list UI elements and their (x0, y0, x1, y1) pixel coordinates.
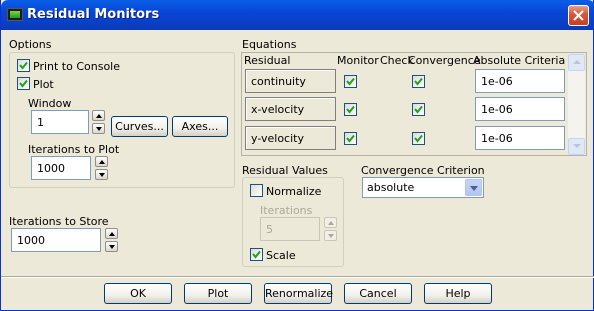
print-to-console-checkbox[interactable] (17, 59, 30, 72)
iterations-to-plot-spinner[interactable] (95, 156, 108, 180)
residual-name: x-velocity (245, 97, 336, 121)
absolute-criteria-field[interactable]: 1e-06 (475, 97, 565, 121)
iterations-to-store-label: Iterations to Store (9, 215, 109, 228)
options-title: Options (9, 38, 52, 51)
window-field[interactable]: 1 (31, 110, 89, 134)
spin-up-icon[interactable] (105, 228, 118, 239)
ok-button[interactable]: OK (104, 283, 172, 304)
spin-down-icon[interactable] (324, 230, 337, 241)
axes-button[interactable]: Axes... (172, 116, 228, 137)
iterations-spinner[interactable] (324, 217, 337, 241)
equations-title: Equations (242, 38, 297, 51)
scroll-down-icon[interactable] (568, 138, 585, 155)
checkmark-icon (19, 79, 28, 88)
absolute-criteria-field[interactable]: 1e-06 (475, 126, 565, 150)
header-absolute-criteria: Absolute Criteria (473, 54, 566, 67)
iterations-to-plot-label: Iterations to Plot (28, 143, 120, 156)
window-title: Residual Monitors (27, 7, 160, 22)
residual-name: continuity (245, 69, 336, 93)
divider (1, 276, 594, 278)
checkmark-icon (346, 134, 355, 143)
spin-down-icon[interactable] (95, 169, 108, 180)
normalize-checkbox[interactable] (250, 184, 263, 197)
window-spinner[interactable] (92, 110, 105, 134)
spin-down-icon[interactable] (105, 241, 118, 252)
spin-up-icon[interactable] (95, 156, 108, 167)
close-icon (573, 10, 584, 21)
header-monitor: Monitor (337, 54, 379, 67)
header-residual: Residual (244, 54, 291, 67)
curves-button[interactable]: Curves... (111, 116, 168, 137)
residual-monitors-dialog: Residual Monitors Options Print to Conso… (0, 0, 594, 311)
monitor-icon (7, 8, 23, 21)
renormalize-button[interactable]: Renormalize (264, 283, 333, 304)
iterations-label: Iterations (260, 204, 313, 217)
spin-up-icon[interactable] (324, 217, 337, 228)
plot-button[interactable]: Plot (184, 283, 252, 304)
window-label: Window (28, 97, 72, 110)
iterations-field[interactable]: 5 (260, 217, 320, 241)
monitor-checkbox[interactable] (344, 75, 357, 88)
residual-values-title: Residual Values (242, 164, 328, 177)
close-button[interactable] (568, 5, 589, 26)
scale-checkbox[interactable] (250, 248, 263, 261)
equations-scrollbar[interactable] (568, 54, 585, 155)
checkmark-icon (252, 250, 261, 259)
normalize-label: Normalize (266, 185, 322, 198)
cancel-button[interactable]: Cancel (344, 283, 412, 304)
convergence-checkbox[interactable] (412, 103, 425, 116)
checkmark-icon (414, 134, 423, 143)
print-to-console-label: Print to Console (33, 60, 121, 73)
convergence-criterion-value: absolute (367, 181, 415, 194)
convergence-criterion-select[interactable]: absolute (362, 177, 484, 198)
plot-label: Plot (33, 78, 54, 91)
scroll-up-icon[interactable] (568, 54, 585, 71)
iterations-to-store-spinner[interactable] (105, 228, 118, 252)
checkmark-icon (346, 77, 355, 86)
scale-label: Scale (266, 249, 296, 262)
chevron-down-icon[interactable] (465, 179, 482, 196)
iterations-to-store-field[interactable]: 1000 (11, 228, 101, 252)
plot-checkbox[interactable] (17, 77, 30, 90)
checkmark-icon (414, 77, 423, 86)
header-convergence: Convergence (408, 54, 481, 67)
help-button[interactable]: Help (424, 283, 492, 304)
absolute-criteria-field[interactable]: 1e-06 (475, 69, 565, 93)
checkmark-icon (414, 105, 423, 114)
convergence-criterion-label: Convergence Criterion (361, 164, 485, 177)
convergence-checkbox[interactable] (412, 132, 425, 145)
spin-down-icon[interactable] (92, 123, 105, 134)
convergence-checkbox[interactable] (412, 75, 425, 88)
title-bar[interactable]: Residual Monitors (1, 0, 594, 30)
monitor-checkbox[interactable] (344, 103, 357, 116)
spin-up-icon[interactable] (92, 110, 105, 121)
checkmark-icon (19, 61, 28, 70)
checkmark-icon (346, 105, 355, 114)
residual-name: y-velocity (245, 126, 336, 150)
monitor-checkbox[interactable] (344, 132, 357, 145)
iterations-to-plot-field[interactable]: 1000 (31, 156, 91, 180)
